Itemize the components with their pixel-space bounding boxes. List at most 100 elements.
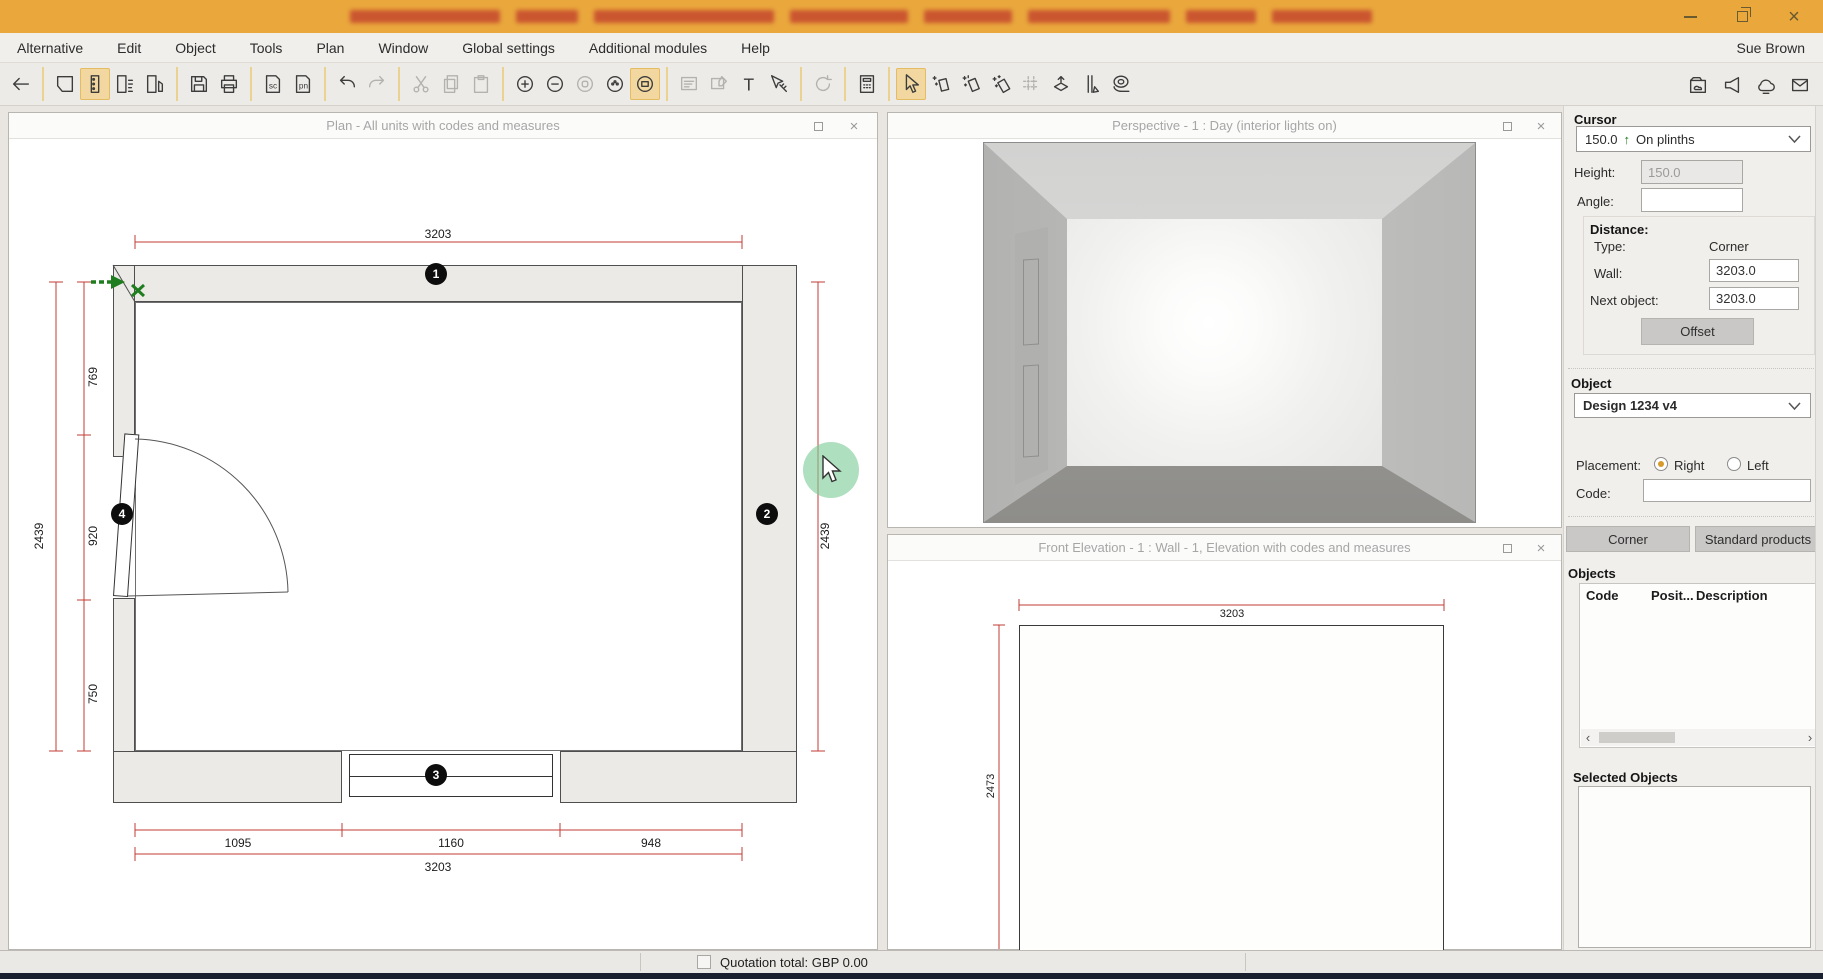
rotate-3d-icon[interactable] — [1046, 68, 1076, 100]
menu-plan[interactable]: Plan — [299, 40, 361, 56]
standard-products-button[interactable]: Standard products — [1695, 526, 1821, 552]
render-door — [1015, 227, 1048, 485]
tape-measure-icon[interactable] — [1106, 68, 1136, 100]
select-pointer-icon[interactable] — [896, 68, 926, 100]
undo-icon[interactable] — [332, 68, 362, 100]
distance-type-value: Corner — [1709, 239, 1749, 254]
svg-text:pn: pn — [299, 82, 309, 91]
menu-help[interactable]: Help — [724, 40, 787, 56]
menu-alternative[interactable]: Alternative — [14, 40, 100, 56]
plan-elevation-view-icon[interactable] — [110, 68, 140, 100]
elevation-maximize-button[interactable] — [1498, 540, 1516, 556]
autoplace-corner-icon[interactable] — [956, 68, 986, 100]
corner-button[interactable]: Corner — [1566, 526, 1690, 552]
save-icon[interactable] — [184, 68, 214, 100]
objects-table[interactable]: Code Posit... Description ‹ › — [1579, 583, 1819, 748]
menu-global-settings[interactable]: Global settings — [445, 40, 572, 56]
paste-icon — [466, 68, 496, 100]
objects-col-description[interactable]: Description — [1696, 588, 1768, 603]
wall-2-right[interactable] — [742, 265, 797, 803]
wall-marker-1: 1 — [425, 263, 447, 285]
wall-3-bottom-right[interactable] — [560, 751, 797, 803]
plan-view-icon[interactable] — [50, 68, 80, 100]
pn-document-icon[interactable]: pn — [288, 68, 318, 100]
placement-right-label: Right — [1674, 458, 1704, 473]
section-divider — [1568, 368, 1820, 369]
elevation-window-titlebar[interactable]: Front Elevation - 1 : Wall - 1, Elevatio… — [888, 535, 1561, 561]
menu-window[interactable]: Window — [361, 40, 445, 56]
plan-window-titlebar[interactable]: Plan - All units with codes and measures… — [9, 113, 877, 139]
zoom-fit-icon[interactable] — [630, 68, 660, 100]
plan-close-button[interactable]: × — [845, 118, 863, 134]
project-archive-icon[interactable] — [1683, 69, 1713, 101]
wall-marker-4: 4 — [111, 503, 133, 525]
placement-right-radio[interactable] — [1654, 457, 1668, 471]
scroll-left-icon[interactable]: ‹ — [1581, 730, 1595, 745]
code-field[interactable] — [1643, 479, 1811, 502]
back-icon[interactable] — [6, 68, 36, 100]
zoom-out-icon[interactable] — [540, 68, 570, 100]
perspective-window: Perspective - 1 : Day (interior lights o… — [887, 112, 1562, 528]
objects-col-position[interactable]: Posit... — [1651, 588, 1696, 603]
height-field[interactable] — [1641, 160, 1743, 184]
angle-field[interactable] — [1641, 188, 1743, 212]
wall-dimension-icon[interactable] — [1076, 68, 1106, 100]
cloud-icon[interactable] — [1751, 69, 1781, 101]
room-interior[interactable] — [135, 302, 742, 751]
publish-icon[interactable] — [1717, 69, 1747, 101]
objects-hscrollbar[interactable]: ‹ › — [1581, 729, 1817, 746]
sidebar-scrollbar[interactable] — [1815, 106, 1823, 950]
objects-col-code[interactable]: Code — [1586, 588, 1651, 603]
dimension-tool-icon[interactable] — [764, 68, 794, 100]
autoplace-free-icon[interactable] — [986, 68, 1016, 100]
menu-tools[interactable]: Tools — [233, 40, 300, 56]
cursor-mode-label: On plinths — [1636, 132, 1695, 147]
sc-document-icon[interactable]: sc — [258, 68, 288, 100]
wall-4-left-upper[interactable] — [113, 265, 135, 457]
menu-additional-modules[interactable]: Additional modules — [572, 40, 724, 56]
print-icon[interactable] — [214, 68, 244, 100]
menu-object[interactable]: Object — [158, 40, 232, 56]
angle-label: Angle: — [1577, 194, 1614, 209]
wall-3-bottom-left[interactable] — [113, 751, 342, 803]
perspective-close-button[interactable]: × — [1532, 118, 1550, 134]
zoom-window-icon[interactable] — [600, 68, 630, 100]
elevation-view-icon[interactable] — [80, 68, 110, 100]
redo-icon — [362, 68, 392, 100]
redacted-block — [350, 10, 500, 23]
elevation-close-button[interactable]: × — [1532, 540, 1550, 556]
plan-maximize-button[interactable] — [809, 118, 827, 134]
close-button[interactable]: × — [1783, 6, 1805, 28]
distance-next-field[interactable] — [1709, 287, 1799, 310]
perspective-window-titlebar[interactable]: Perspective - 1 : Day (interior lights o… — [888, 113, 1561, 139]
redacted-block — [790, 10, 908, 23]
redacted-block — [1186, 10, 1256, 23]
menu-edit[interactable]: Edit — [100, 40, 158, 56]
elevation-plan-view-icon[interactable] — [140, 68, 170, 100]
minimize-button[interactable] — [1679, 6, 1701, 28]
autoplace-wall-icon[interactable] — [926, 68, 956, 100]
cursor-highlight — [803, 442, 859, 498]
selected-objects-list[interactable] — [1578, 786, 1811, 948]
distance-wall-label: Wall: — [1594, 266, 1622, 281]
plan-canvas[interactable]: 3203 2439 769 920 750 2439 1095 1160 948… — [9, 139, 877, 949]
selected-objects-heading: Selected Objects — [1573, 770, 1678, 785]
distance-wall-field[interactable] — [1709, 259, 1799, 282]
cursor-mode-dropdown[interactable]: 150.0 ↑ On plinths — [1576, 126, 1811, 152]
calculator-icon[interactable] — [852, 68, 882, 100]
perspective-maximize-button[interactable] — [1498, 118, 1516, 134]
perspective-render[interactable] — [984, 143, 1475, 522]
wall-1-top[interactable] — [113, 265, 797, 302]
text-tool-icon[interactable]: T — [734, 68, 764, 100]
mail-icon[interactable] — [1785, 69, 1815, 101]
window-symbol[interactable] — [349, 754, 553, 797]
offset-button[interactable]: Offset — [1641, 318, 1754, 345]
toolbar-right — [1683, 63, 1815, 106]
zoom-in-icon[interactable] — [510, 68, 540, 100]
elevation-canvas[interactable]: 3203 2473 — [888, 561, 1561, 949]
elevation-dim-height: 2473 — [985, 754, 997, 818]
scroll-thumb[interactable] — [1599, 732, 1675, 743]
maximize-button[interactable] — [1731, 6, 1753, 28]
object-dropdown[interactable]: Design 1234 v4 — [1574, 393, 1811, 418]
placement-left-radio[interactable] — [1727, 457, 1741, 471]
